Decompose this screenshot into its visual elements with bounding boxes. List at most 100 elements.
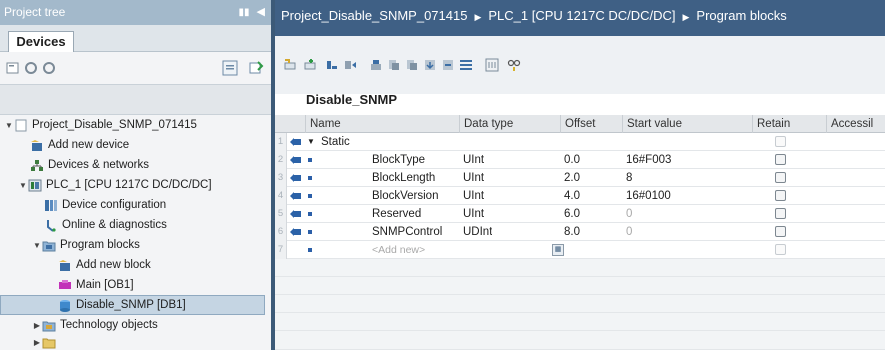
empty-row xyxy=(275,295,885,313)
tree-item-label: PLC_1 [CPU 1217C DC/DC/DC] xyxy=(46,179,212,191)
db-interface-table: Name Data type Offset Start value Retain… xyxy=(275,115,885,350)
load-start-values-icon[interactable] xyxy=(423,58,437,72)
monitor-glasses-icon[interactable] xyxy=(507,58,521,72)
cell-start-value[interactable]: 0 xyxy=(626,223,632,241)
cell-start-value[interactable]: 16#F003 xyxy=(626,151,671,169)
add-new-dropdown-icon[interactable]: ▦ xyxy=(552,244,564,256)
column-header-accessible[interactable]: Accessil xyxy=(826,115,885,133)
cell-data-type[interactable]: UInt xyxy=(463,151,484,169)
snapshot-icon[interactable] xyxy=(369,58,383,72)
tree-item-disable-snmp-db1[interactable]: Disable_SNMP [DB1] xyxy=(0,295,265,315)
cell-name[interactable]: Reserved xyxy=(372,205,421,223)
retain-checkbox[interactable] xyxy=(775,208,786,219)
breadcrumb-item-project[interactable]: Project_Disable_SNMP_071415 xyxy=(281,8,467,23)
tree-item-technology-objects[interactable]: ▶ Technology objects xyxy=(0,315,271,335)
cell-data-type[interactable]: UDInt xyxy=(463,223,492,241)
expand-icon[interactable]: ▼ xyxy=(4,121,14,130)
copy-snapshot-icon[interactable] xyxy=(387,58,401,72)
add-row-icon[interactable] xyxy=(303,58,317,72)
row-number: 5 xyxy=(275,205,287,223)
table-row[interactable]: 2 BlockType UInt 0.0 16#F003 xyxy=(275,151,885,169)
row-number: 3 xyxy=(275,169,287,187)
cell-start-value[interactable]: 8 xyxy=(626,169,632,187)
copy-start-values-icon[interactable] xyxy=(405,58,419,72)
collapse-all-icon[interactable] xyxy=(343,58,357,72)
overview-icon[interactable] xyxy=(222,60,238,76)
tree-item-plc[interactable]: ▼ PLC_1 [CPU 1217C DC/DC/DC] xyxy=(0,175,271,195)
initialize-icon[interactable] xyxy=(441,58,455,72)
tree-item-device-configuration[interactable]: Device configuration xyxy=(0,195,271,215)
column-header-start-value[interactable]: Start value xyxy=(622,115,752,133)
tree-item-add-new-device[interactable]: Add new device xyxy=(0,135,271,155)
cell-data-type[interactable]: UInt xyxy=(463,169,484,187)
new-project-icon[interactable] xyxy=(6,61,20,75)
tree-item-online-diagnostics[interactable]: Online & diagnostics xyxy=(0,215,271,235)
collapse-icon[interactable]: ▶ xyxy=(32,321,42,330)
tree-item-program-blocks[interactable]: ▼ Program blocks xyxy=(0,235,271,255)
online-icon[interactable] xyxy=(24,61,38,75)
detail-view-icon[interactable] xyxy=(248,60,264,76)
breadcrumb-item-program-blocks[interactable]: Program blocks xyxy=(696,8,786,23)
cell-data-type[interactable]: UInt xyxy=(463,205,484,223)
column-header-offset[interactable]: Offset xyxy=(560,115,622,133)
table-row[interactable]: 6 SNMPControl UDInt 8.0 0 xyxy=(275,223,885,241)
retain-checkbox[interactable] xyxy=(775,154,786,165)
expand-icon[interactable]: ▼ xyxy=(32,241,42,250)
cell-data-type[interactable]: UInt xyxy=(463,187,484,205)
cell-name[interactable]: SNMPControl xyxy=(372,223,442,241)
editor-toolbar xyxy=(275,36,885,94)
collapse-arrow-icon[interactable]: ◀ xyxy=(257,0,265,25)
offline-icon[interactable] xyxy=(42,61,56,75)
cell-name[interactable]: BlockVersion xyxy=(372,187,438,205)
variable-icon xyxy=(308,212,312,216)
settings-icon[interactable] xyxy=(485,58,499,72)
cell-name[interactable]: BlockLength xyxy=(372,169,435,187)
collapse-icon[interactable]: ▶ xyxy=(32,338,42,347)
insert-row-icon[interactable] xyxy=(283,58,297,72)
retain-checkbox[interactable] xyxy=(775,244,786,255)
breadcrumb-item-plc[interactable]: PLC_1 [CPU 1217C DC/DC/DC] xyxy=(488,8,675,23)
cell-offset: 0.0 xyxy=(564,154,580,166)
tree-item-add-new-block[interactable]: Add new block xyxy=(0,255,271,275)
tree-item-main-ob1[interactable]: Main [OB1] xyxy=(0,275,271,295)
table-row[interactable]: 1 ▼ Static xyxy=(275,133,885,151)
tab-devices[interactable]: Devices xyxy=(8,31,74,53)
add-new-placeholder[interactable]: <Add new> xyxy=(372,241,425,259)
interface-icon xyxy=(290,174,301,182)
tech-folder-icon xyxy=(42,319,56,332)
tree-item-partial[interactable]: ▶ xyxy=(0,335,271,350)
column-header-data-type[interactable]: Data type xyxy=(459,115,560,133)
variable-icon xyxy=(308,194,312,198)
row-number: 4 xyxy=(275,187,287,205)
tree-item-devices-networks[interactable]: Devices & networks xyxy=(0,155,271,175)
list-icon[interactable] xyxy=(459,58,473,72)
table-row[interactable]: 3 BlockLength UInt 2.0 8 xyxy=(275,169,885,187)
tree-item-label: Main [OB1] xyxy=(76,279,134,291)
add-block-icon xyxy=(58,259,72,272)
expand-icon[interactable]: ▼ xyxy=(18,181,28,190)
table-row[interactable]: 4 BlockVersion UInt 4.0 16#0100 xyxy=(275,187,885,205)
tree-column-header xyxy=(0,85,271,115)
tree-item-label: Add new device xyxy=(48,139,130,151)
cell-name[interactable]: Static xyxy=(321,133,350,151)
tree-item-label: Add new block xyxy=(76,259,151,271)
column-header-retain[interactable]: Retain xyxy=(752,115,826,133)
expand-icon[interactable]: ▼ xyxy=(307,133,315,151)
cell-start-value[interactable]: 0 xyxy=(626,205,632,223)
retain-checkbox[interactable] xyxy=(775,136,786,147)
table-row[interactable]: 5 Reserved UInt 6.0 0 xyxy=(275,205,885,223)
retain-checkbox[interactable] xyxy=(775,226,786,237)
pin-icon[interactable]: ▮▮ xyxy=(239,0,250,25)
table-row-add-new[interactable]: 7 <Add new> ▦ xyxy=(275,241,885,259)
row-number: 7 xyxy=(275,241,287,259)
tree-item-label: Device configuration xyxy=(62,199,167,211)
tree-item-project[interactable]: ▼ Project_Disable_SNMP_071415 xyxy=(0,115,271,135)
cell-start-value[interactable]: 16#0100 xyxy=(626,187,671,205)
cell-name[interactable]: BlockType xyxy=(372,151,425,169)
ob-icon xyxy=(58,279,72,292)
column-header-name[interactable]: Name xyxy=(305,115,463,133)
retain-checkbox[interactable] xyxy=(775,172,786,183)
db-icon xyxy=(58,299,72,312)
retain-checkbox[interactable] xyxy=(775,190,786,201)
expand-all-icon[interactable] xyxy=(325,58,339,72)
